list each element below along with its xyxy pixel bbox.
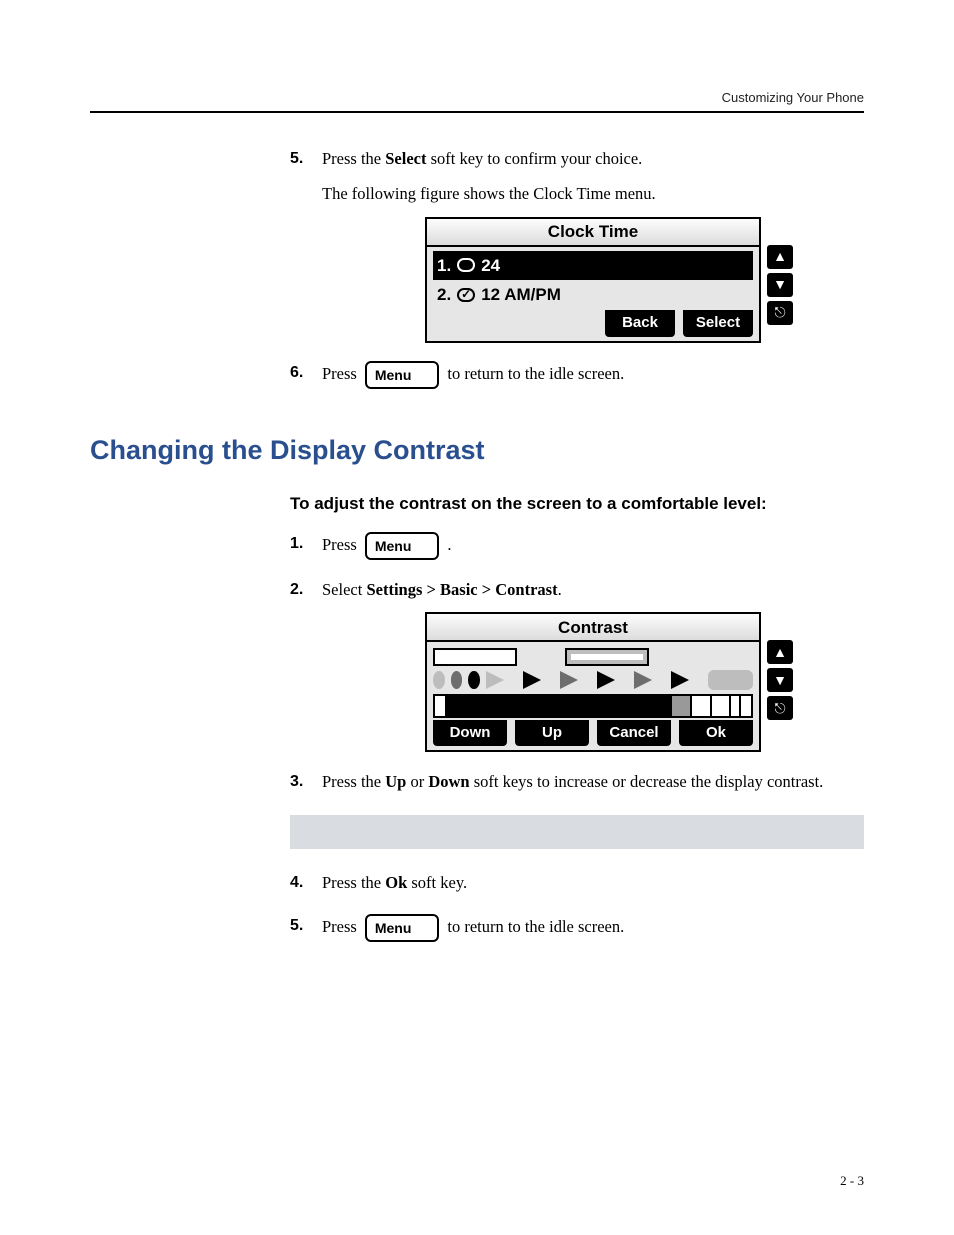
menu-button[interactable]: Menu bbox=[365, 361, 440, 389]
exit-icon[interactable]: ⎋ bbox=[767, 696, 793, 720]
wedge-icon bbox=[634, 671, 665, 689]
step-6: 6. Press Menu to return to the idle scre… bbox=[290, 361, 864, 389]
page-down-icon[interactable]: ▼ bbox=[767, 273, 793, 297]
softkey-bar: Back Select bbox=[433, 310, 753, 337]
step-text: Press Menu to return to the idle screen. bbox=[322, 914, 864, 942]
radio-checked-icon bbox=[457, 288, 475, 302]
section-heading: Changing the Display Contrast bbox=[90, 435, 864, 466]
radio-icon bbox=[457, 258, 475, 272]
step-5: 5. Press the Select soft key to confirm … bbox=[290, 147, 864, 343]
header-rule bbox=[90, 111, 864, 113]
running-header: Customizing Your Phone bbox=[90, 90, 864, 105]
step-number: 3. bbox=[290, 770, 303, 794]
contrast-sample-row bbox=[433, 670, 753, 690]
menu-button[interactable]: Menu bbox=[365, 532, 440, 560]
circle-icon bbox=[451, 671, 463, 689]
circle-icon bbox=[468, 671, 480, 689]
grey-blotch bbox=[708, 670, 753, 690]
screen-title: Contrast bbox=[425, 612, 761, 642]
menu-path: Settings > Basic > Contrast bbox=[366, 580, 557, 599]
steps-group-a: 5. Press the Select soft key to confirm … bbox=[290, 147, 864, 389]
menu-button[interactable]: Menu bbox=[365, 914, 440, 942]
step-number: 5. bbox=[290, 914, 303, 938]
content-column-2: To adjust the contrast on the screen to … bbox=[290, 494, 864, 942]
softkey-bar: Down Up Cancel Ok bbox=[433, 720, 753, 747]
circle-icon bbox=[433, 671, 445, 689]
wedge-icon bbox=[671, 671, 702, 689]
softkey-ref-ok: Ok bbox=[385, 873, 407, 892]
screen-title: Clock Time bbox=[425, 217, 761, 247]
step-number: 1. bbox=[290, 532, 303, 556]
wedge-icon bbox=[597, 671, 628, 689]
content-column: 5. Press the Select soft key to confirm … bbox=[290, 147, 864, 389]
subheading: To adjust the contrast on the screen to … bbox=[290, 494, 864, 514]
step-number: 2. bbox=[290, 578, 303, 602]
wedge-icon bbox=[486, 671, 517, 689]
softkey-cancel[interactable]: Cancel bbox=[597, 720, 671, 747]
page-up-icon[interactable]: ▲ bbox=[767, 245, 793, 269]
step-b2: 2. Select Settings > Basic > Contrast. C… bbox=[290, 578, 864, 753]
step-text: Press the Select soft key to confirm you… bbox=[322, 149, 642, 168]
step-text: Press the Up or Down soft keys to increa… bbox=[322, 772, 823, 791]
exit-icon[interactable]: ⎋ bbox=[767, 301, 793, 325]
softkey-ref-select: Select bbox=[385, 149, 426, 168]
side-icon-stack: ▲ ▼ ⎋ bbox=[767, 245, 795, 325]
wedge-icon bbox=[523, 671, 554, 689]
step-b4: 4. Press the Ok soft key. bbox=[290, 871, 864, 896]
option-24[interactable]: 1. 24 bbox=[433, 251, 753, 281]
figure-contrast: Contrast bbox=[322, 612, 864, 752]
slider-thumb-left[interactable] bbox=[433, 694, 447, 718]
step-number: 5. bbox=[290, 147, 303, 171]
contrast-tab-selected bbox=[565, 648, 649, 666]
screen-body: 1. 24 2. 12 AM/PM Back Sel bbox=[425, 247, 761, 343]
softkey-ref-down: Down bbox=[428, 772, 469, 791]
page-down-icon[interactable]: ▼ bbox=[767, 668, 793, 692]
steps-group-b: 1. Press Menu . 2. Select Settings > Bas… bbox=[290, 532, 864, 796]
phone-screen-contrast: Contrast bbox=[425, 612, 761, 752]
softkey-ref-up: Up bbox=[385, 772, 406, 791]
page-up-icon[interactable]: ▲ bbox=[767, 640, 793, 664]
wedge-icon bbox=[560, 671, 591, 689]
step-number: 6. bbox=[290, 361, 303, 385]
contrast-slider[interactable] bbox=[433, 694, 753, 718]
contrast-tab bbox=[433, 648, 517, 666]
step-text-secondary: The following figure shows the Clock Tim… bbox=[322, 182, 864, 207]
softkey-up[interactable]: Up bbox=[515, 720, 589, 747]
step-text: Press Menu to return to the idle screen. bbox=[322, 361, 864, 389]
page: Customizing Your Phone 5. Press the Sele… bbox=[0, 0, 954, 1235]
page-number: 2 - 3 bbox=[840, 1173, 864, 1189]
step-text: Select Settings > Basic > Contrast. bbox=[322, 580, 562, 599]
steps-group-b-cont: 4. Press the Ok soft key. 5. Press Menu … bbox=[290, 871, 864, 942]
option-12ampm[interactable]: 2. 12 AM/PM bbox=[433, 280, 753, 310]
step-b5: 5. Press Menu to return to the idle scre… bbox=[290, 914, 864, 942]
phone-screen-clock: Clock Time 1. 24 2. 12 AM/PM bbox=[425, 217, 761, 343]
step-b3: 3. Press the Up or Down soft keys to inc… bbox=[290, 770, 864, 795]
side-icon-stack: ▲ ▼ ⎋ bbox=[767, 640, 795, 720]
contrast-tabs bbox=[433, 648, 753, 666]
step-text: Press the Ok soft key. bbox=[322, 873, 467, 892]
softkey-select[interactable]: Select bbox=[683, 310, 753, 337]
screen-body: Down Up Cancel Ok bbox=[425, 642, 761, 752]
softkey-back[interactable]: Back bbox=[605, 310, 675, 337]
softkey-ok[interactable]: Ok bbox=[679, 720, 753, 747]
softkey-down[interactable]: Down bbox=[433, 720, 507, 747]
step-b1: 1. Press Menu . bbox=[290, 532, 864, 560]
step-number: 4. bbox=[290, 871, 303, 895]
note-block bbox=[290, 815, 864, 849]
figure-clock-time: Clock Time 1. 24 2. 12 AM/PM bbox=[322, 217, 864, 343]
step-text: Press Menu . bbox=[322, 532, 864, 560]
slider-thumb-right[interactable] bbox=[739, 694, 753, 718]
